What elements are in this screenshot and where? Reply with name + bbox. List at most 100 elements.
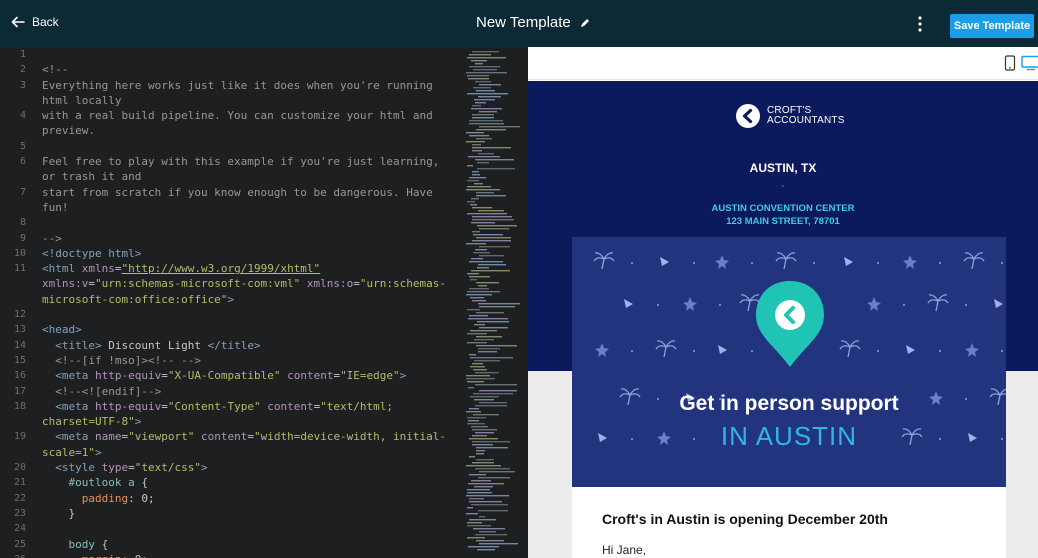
code-text[interactable]: <!--<![endif]--> — [42, 384, 462, 399]
code-line[interactable]: 10 <!doctype html> — [0, 246, 462, 261]
code-text[interactable]: } — [42, 506, 462, 521]
code-text[interactable]: start from scratch if you know enough to… — [42, 185, 462, 216]
minimap-line — [472, 444, 493, 446]
code-line[interactable]: 13 <head> — [0, 322, 462, 337]
minimap-line — [472, 207, 492, 209]
minimap-line — [476, 459, 494, 461]
code-text[interactable] — [42, 215, 462, 230]
code-line[interactable]: 20 <style type="text/css"> — [0, 460, 462, 475]
minimap-line — [466, 294, 492, 296]
code-line[interactable]: 14 <title> Discount Light </title> — [0, 338, 462, 353]
bird-icon — [660, 257, 669, 266]
minimap-line — [466, 465, 501, 467]
minimap-line — [467, 186, 491, 188]
code-line[interactable]: 19 <meta name="viewport" content="width=… — [0, 429, 462, 460]
code-text[interactable]: <meta name="viewport" content="width=dev… — [42, 429, 462, 460]
minimap-line — [471, 222, 495, 224]
code-text[interactable]: #outlook a { — [42, 475, 462, 490]
code-line[interactable]: 17 <!--<![endif]--> — [0, 384, 462, 399]
code-line[interactable]: 3 Everything here works just like it does… — [0, 78, 462, 109]
minimap-line — [478, 477, 510, 479]
code-line[interactable]: 21 #outlook a { — [0, 475, 462, 490]
template-title[interactable]: New Template — [476, 14, 591, 31]
code-line[interactable]: 6 Feel free to play with this example if … — [0, 154, 462, 185]
code-text[interactable]: Everything here works just like it does … — [42, 78, 462, 109]
code-text[interactable]: with a real build pipeline. You can cust… — [42, 108, 462, 139]
save-template-button[interactable]: Save Template — [950, 14, 1034, 38]
code-text[interactable]: --> — [42, 231, 462, 246]
code-text[interactable]: padding: 0; — [42, 491, 462, 506]
code-text[interactable]: <!--[if !mso]><!-- --> — [42, 353, 462, 368]
minimap-line — [467, 525, 491, 527]
pattern-dot — [718, 303, 722, 307]
code-minimap[interactable] — [464, 47, 522, 558]
minimap-line — [467, 75, 489, 77]
minimap-line — [479, 84, 501, 86]
code-line[interactable]: 26 margin: 0; — [0, 552, 462, 558]
code-text[interactable]: <title> Discount Light </title> — [42, 338, 462, 353]
minimap-line — [477, 321, 509, 323]
code-line[interactable]: 7 start from scratch if you know enough t… — [0, 185, 462, 216]
minimap-line — [467, 201, 475, 203]
minimap-line — [472, 231, 480, 233]
code-text[interactable]: <meta http-equiv="Content-Type" content=… — [42, 399, 462, 430]
pencil-icon[interactable] — [579, 17, 591, 29]
code-line[interactable]: 18 <meta http-equiv="Content-Type" conte… — [0, 399, 462, 430]
code-line[interactable]: 16 <meta http-equiv="X-UA-Compatible" co… — [0, 368, 462, 383]
code-text[interactable] — [42, 521, 462, 536]
minimap-line — [472, 114, 494, 116]
crofts-logo-icon — [736, 104, 760, 128]
code-text[interactable]: <html xmlns="http://www.w3.org/1999/xhtm… — [42, 261, 462, 307]
code-line[interactable]: 2 <!-- — [0, 62, 462, 77]
minimap-line — [469, 54, 491, 56]
palm-icon — [927, 294, 949, 312]
code-text[interactable]: <head> — [42, 322, 462, 337]
code-line[interactable]: 22 padding: 0; — [0, 491, 462, 506]
code-text[interactable]: <!-- — [42, 62, 462, 77]
code-text[interactable]: <style type="text/css"> — [42, 460, 462, 475]
banner-subline: IN AUSTIN — [720, 421, 858, 451]
code-line[interactable]: 5 — [0, 139, 462, 154]
code-line[interactable]: 8 — [0, 215, 462, 230]
minimap-line — [469, 456, 475, 458]
desktop-device-icon[interactable] — [1021, 55, 1038, 71]
minimap-line — [469, 501, 502, 503]
minimap-line — [471, 108, 502, 110]
code-line[interactable]: 25 body { — [0, 537, 462, 552]
code-line[interactable]: 12 — [0, 307, 462, 322]
code-line[interactable]: 24 — [0, 521, 462, 536]
back-button[interactable]: Back — [10, 14, 59, 30]
minimap-line — [472, 462, 494, 464]
code-text[interactable]: <meta http-equiv="X-UA-Compatible" conte… — [42, 368, 462, 383]
code-line[interactable]: 11 <html xmlns="http://www.w3.org/1999/xh… — [0, 261, 462, 307]
minimap-line — [475, 102, 486, 104]
minimap-line — [475, 372, 499, 374]
code-text[interactable] — [42, 307, 462, 322]
code-text[interactable] — [42, 139, 462, 154]
minimap-line — [478, 303, 520, 305]
minimap-line — [476, 237, 511, 239]
code-text[interactable]: <!doctype html> — [42, 246, 462, 261]
code-editor[interactable]: 1 2 <!-- 3 Everything here works just like … — [0, 47, 528, 558]
code-line[interactable]: 23 } — [0, 506, 462, 521]
code-text[interactable]: Feel free to play with this example if y… — [42, 154, 462, 185]
minimap-line — [471, 270, 510, 272]
line-number: 7 — [19, 186, 26, 198]
minimap-line — [479, 543, 518, 545]
code-lines[interactable]: 1 2 <!-- 3 Everything here works just like … — [0, 47, 462, 558]
star-icon — [595, 343, 609, 357]
code-line[interactable]: 9 --> — [0, 231, 462, 246]
code-text[interactable] — [42, 47, 462, 62]
minimap-line — [471, 504, 508, 506]
mobile-device-icon[interactable] — [1004, 55, 1016, 71]
code-text[interactable]: body { — [42, 537, 462, 552]
code-line[interactable]: 1 — [0, 47, 462, 62]
brand-name-line2: ACCOUNTANTS — [767, 115, 845, 126]
minimap-line — [471, 258, 483, 260]
minimap-line — [472, 144, 481, 146]
code-line[interactable]: 4 with a real build pipeline. You can cus… — [0, 108, 462, 139]
code-text[interactable]: margin: 0; — [42, 552, 462, 558]
kebab-menu-icon[interactable] — [916, 15, 924, 33]
minimap-line — [467, 165, 473, 167]
code-line[interactable]: 15 <!--[if !mso]><!-- --> — [0, 353, 462, 368]
